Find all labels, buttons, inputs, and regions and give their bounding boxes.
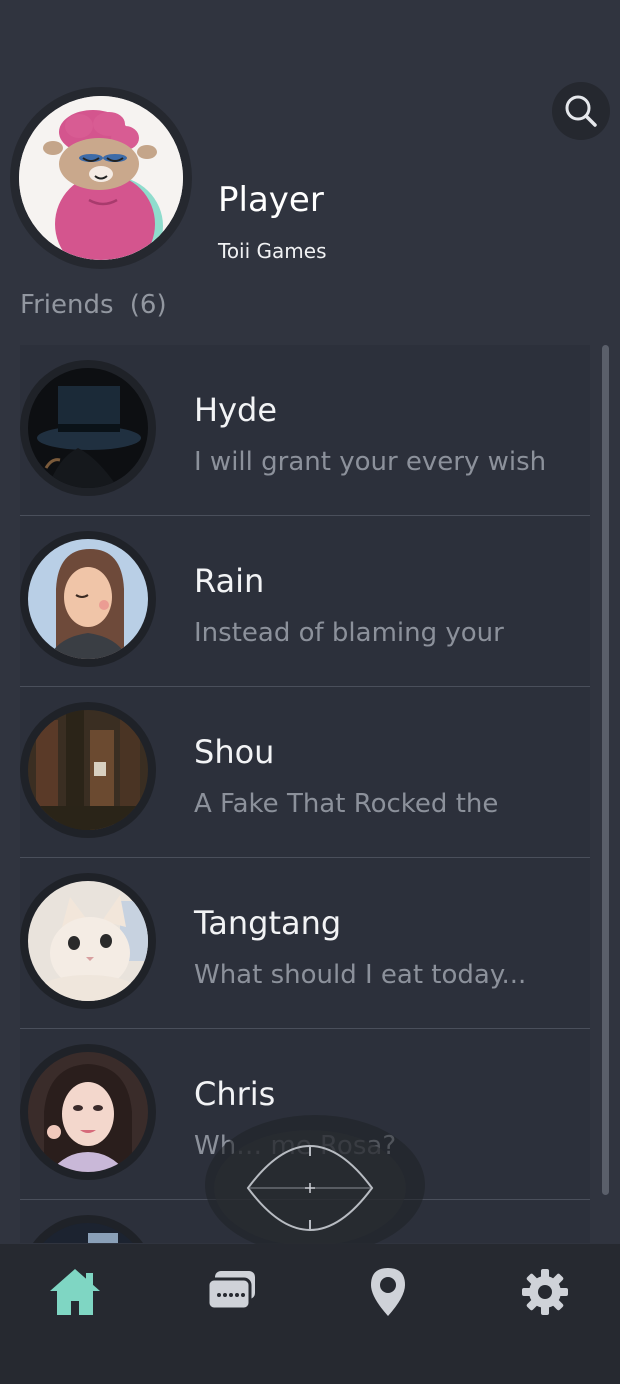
- ruins-photo-avatar: [28, 710, 148, 830]
- friend-name: Rain: [194, 562, 265, 600]
- nav-settings[interactable]: [510, 1264, 580, 1320]
- profile-subtitle: Toii Games: [218, 239, 327, 263]
- avatar: [20, 360, 156, 496]
- top-hat-avatar: [28, 368, 148, 488]
- settings-gear-icon: [522, 1269, 568, 1315]
- friend-status: I will grant your every wish: [194, 447, 547, 477]
- nav-home[interactable]: [40, 1264, 110, 1320]
- profile-avatar[interactable]: [10, 87, 192, 269]
- profile-name: Player: [218, 180, 324, 220]
- friends-screen: Player Toii Games Friends (6) Hyde I wil…: [0, 0, 620, 1384]
- avatar: [20, 531, 156, 667]
- home-icon: [50, 1269, 100, 1315]
- friend-status: Instead of blaming your: [194, 618, 504, 648]
- avatar: [20, 873, 156, 1009]
- scrollbar[interactable]: [602, 345, 609, 1195]
- partial-avatar: [28, 1223, 148, 1243]
- avatar: [20, 702, 156, 838]
- search-icon: [565, 95, 597, 127]
- friends-header: Friends (6): [20, 290, 167, 320]
- friend-name: Shou: [194, 733, 275, 771]
- friend-row-hyde[interactable]: Hyde I will grant your every wish: [20, 345, 590, 516]
- friend-status: A Fake That Rocked the: [194, 789, 499, 819]
- cat-photo-avatar: [28, 881, 148, 1001]
- avatar: [20, 1215, 156, 1243]
- woman-photo-avatar: [28, 1052, 148, 1172]
- nav-chat[interactable]: [197, 1264, 267, 1320]
- bottom-nav: [0, 1244, 620, 1384]
- friend-name: Tangtang: [194, 904, 342, 942]
- friend-name: Hyde: [194, 391, 277, 429]
- alpaca-avatar: [19, 96, 183, 260]
- avatar: [20, 1044, 156, 1180]
- nav-location[interactable]: [353, 1264, 423, 1320]
- friend-row-tangtang[interactable]: Tangtang What should I eat today...: [20, 858, 590, 1029]
- friends-header-label: Friends: [20, 290, 114, 320]
- friends-count: (6): [129, 290, 167, 320]
- girl-illustration-avatar: [28, 539, 148, 659]
- location-pin-icon: [371, 1268, 405, 1316]
- search-button[interactable]: [552, 82, 610, 140]
- friend-row-shou[interactable]: Shou A Fake That Rocked the: [20, 687, 590, 858]
- chat-icon: [206, 1271, 255, 1311]
- friend-row-rain[interactable]: Rain Instead of blaming your: [20, 516, 590, 687]
- friend-status: What should I eat today...: [194, 960, 527, 990]
